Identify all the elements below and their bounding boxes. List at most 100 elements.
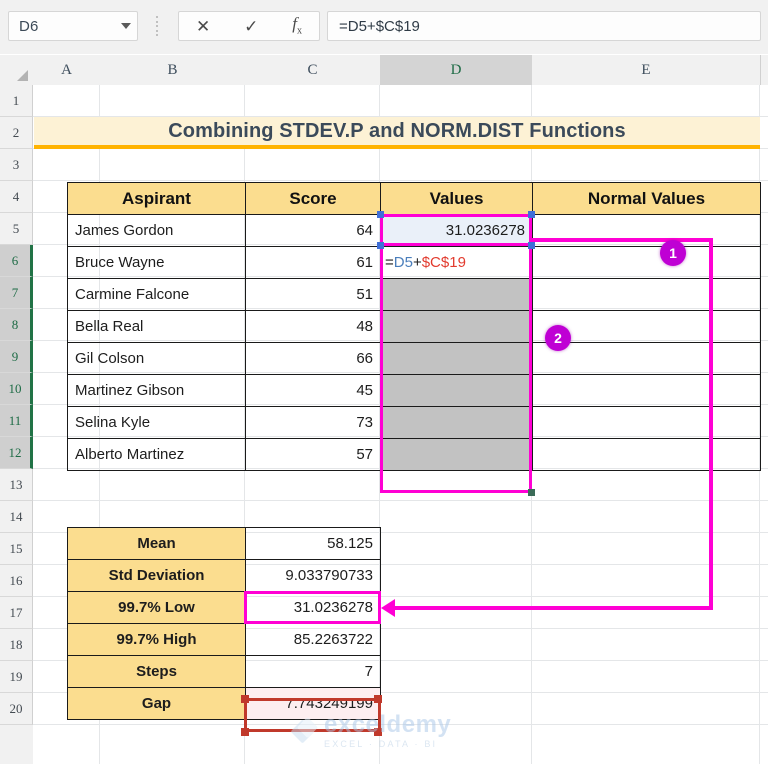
table-header-row: Aspirant Score Values Normal Values xyxy=(67,182,761,215)
cell-normal[interactable] xyxy=(532,406,761,439)
cell-score[interactable]: 45 xyxy=(245,374,381,407)
summary-value-steps[interactable]: 7 xyxy=(245,655,381,688)
cell-value[interactable] xyxy=(380,406,533,439)
formula-bar-grip xyxy=(155,16,159,36)
column-header-values: Values xyxy=(380,182,533,215)
cell-score[interactable]: 64 xyxy=(245,214,381,247)
row-header-3[interactable]: 3 xyxy=(0,149,33,181)
cancel-icon[interactable]: ✕ xyxy=(196,18,210,35)
formula-reference-1: D5 xyxy=(393,254,413,271)
cell-value[interactable] xyxy=(380,310,533,343)
cell-normal[interactable] xyxy=(532,438,761,471)
exceldemy-logo-icon xyxy=(292,718,318,744)
row-header-9[interactable]: 9 xyxy=(0,341,33,373)
row-header-11[interactable]: 11 xyxy=(0,405,33,437)
summary-row[interactable]: 99.7% High 85.2263722 xyxy=(67,623,381,656)
column-header-c[interactable]: C xyxy=(245,55,381,85)
summary-value-997-high[interactable]: 85.2263722 xyxy=(245,623,381,656)
row-header-13[interactable]: 13 xyxy=(0,469,33,501)
cell-value[interactable] xyxy=(380,278,533,311)
summary-label-mean: Mean xyxy=(67,527,246,560)
summary-value-mean[interactable]: 58.125 xyxy=(245,527,381,560)
cell-value[interactable]: 31.0236278 xyxy=(380,214,533,247)
row-header-4[interactable]: 4 xyxy=(0,181,33,213)
summary-row[interactable]: Std Deviation 9.033790733 xyxy=(67,559,381,592)
row-header-16[interactable]: 16 xyxy=(0,565,33,597)
summary-value-997-low[interactable]: 31.0236278 xyxy=(245,591,381,624)
formula-prefix: = xyxy=(385,254,394,271)
table-row[interactable]: Gil Colson 66 xyxy=(67,342,761,375)
name-box-value: D6 xyxy=(19,17,39,35)
cell-score[interactable]: 61 xyxy=(245,246,381,279)
row-header-15[interactable]: 15 xyxy=(0,533,33,565)
formula-input[interactable]: =D5+$C$19 xyxy=(327,11,761,41)
table-row[interactable]: Selina Kyle 73 xyxy=(67,406,761,439)
row-header-7[interactable]: 7 xyxy=(0,277,33,309)
cell-formula-editing[interactable]: =D5+$C$19 xyxy=(380,246,533,279)
column-header-aspirant: Aspirant xyxy=(67,182,246,215)
cell-aspirant[interactable]: James Gordon xyxy=(67,214,246,247)
cell-normal[interactable] xyxy=(532,342,761,375)
table-row[interactable]: Bruce Wayne 61 =D5+$C$19 xyxy=(67,246,761,279)
summary-label-997-low: 99.7% Low xyxy=(67,591,246,624)
summary-row[interactable]: Mean 58.125 xyxy=(67,527,381,560)
cell-aspirant[interactable]: Alberto Martinez xyxy=(67,438,246,471)
summary-value-std-deviation[interactable]: 9.033790733 xyxy=(245,559,381,592)
cell-normal[interactable] xyxy=(532,246,761,279)
cell-aspirant[interactable]: Bruce Wayne xyxy=(67,246,246,279)
column-headers: A B C D E xyxy=(0,55,768,88)
cell-aspirant[interactable]: Gil Colson xyxy=(67,342,246,375)
row-header-18[interactable]: 18 xyxy=(0,629,33,661)
cell-score[interactable]: 51 xyxy=(245,278,381,311)
row-header-17[interactable]: 17 xyxy=(0,597,33,629)
row-header-19[interactable]: 19 xyxy=(0,661,33,693)
enter-icon[interactable]: ✓ xyxy=(244,18,258,35)
summary-row[interactable]: Steps 7 xyxy=(67,655,381,688)
row-header-8[interactable]: 8 xyxy=(0,309,33,341)
cell-normal[interactable] xyxy=(532,278,761,311)
column-header-d[interactable]: D xyxy=(380,55,533,88)
watermark: exceldemy EXCEL · DATA · BI xyxy=(292,707,522,755)
formula-action-buttons: ✕ ✓ fx xyxy=(178,11,320,41)
table-row[interactable]: Carmine Falcone 51 xyxy=(67,278,761,311)
cell-value[interactable] xyxy=(380,438,533,471)
column-header-e[interactable]: E xyxy=(532,55,761,85)
insert-function-icon[interactable]: fx xyxy=(292,15,302,36)
cell-normal[interactable] xyxy=(532,214,761,247)
row-header-1[interactable]: 1 xyxy=(0,85,33,117)
row-header-2[interactable]: 2 xyxy=(0,117,33,149)
cell-aspirant[interactable]: Martinez Gibson xyxy=(67,374,246,407)
summary-label-steps: Steps xyxy=(67,655,246,688)
cell-score[interactable]: 57 xyxy=(245,438,381,471)
row-header-5[interactable]: 5 xyxy=(0,213,33,245)
column-header-b[interactable]: B xyxy=(100,55,246,85)
cell-aspirant[interactable]: Selina Kyle xyxy=(67,406,246,439)
chevron-down-icon[interactable] xyxy=(115,23,137,29)
cell-score[interactable]: 66 xyxy=(245,342,381,375)
row-header-10[interactable]: 10 xyxy=(0,373,33,405)
summary-row[interactable]: 99.7% Low 31.0236278 xyxy=(67,591,381,624)
table-row[interactable]: James Gordon 64 31.0236278 xyxy=(67,214,761,247)
cell-score[interactable]: 48 xyxy=(245,310,381,343)
cell-aspirant[interactable]: Carmine Falcone xyxy=(67,278,246,311)
cell-normal[interactable] xyxy=(532,374,761,407)
column-header-a[interactable]: A xyxy=(33,55,101,85)
row-header-20[interactable]: 20 xyxy=(0,693,33,725)
cell-value[interactable] xyxy=(380,342,533,375)
cell-value[interactable] xyxy=(380,374,533,407)
cell-normal[interactable] xyxy=(532,310,761,343)
formula-operator: + xyxy=(412,254,422,271)
table-row[interactable]: Alberto Martinez 57 xyxy=(67,438,761,471)
statistics-summary-table: Mean 58.125 Std Deviation 9.033790733 99… xyxy=(67,527,381,720)
select-all-corner[interactable] xyxy=(0,55,34,85)
row-header-12[interactable]: 12 xyxy=(0,437,33,469)
row-header-6[interactable]: 6 xyxy=(0,245,33,277)
table-row[interactable]: Bella Real 48 xyxy=(67,310,761,343)
cell-aspirant[interactable]: Bella Real xyxy=(67,310,246,343)
row-header-14[interactable]: 14 xyxy=(0,501,33,533)
aspirant-data-table: Aspirant Score Values Normal Values Jame… xyxy=(67,182,761,471)
name-box[interactable]: D6 xyxy=(8,11,138,41)
cell-score[interactable]: 73 xyxy=(245,406,381,439)
summary-label-gap: Gap xyxy=(67,687,246,720)
table-row[interactable]: Martinez Gibson 45 xyxy=(67,374,761,407)
